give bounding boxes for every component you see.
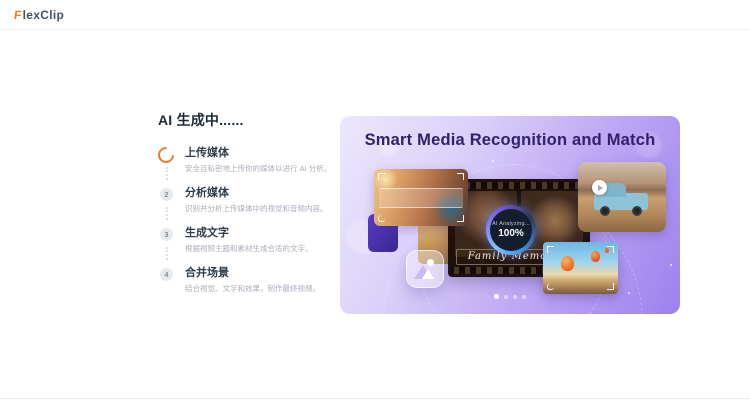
- scan-corner-icon: [378, 215, 385, 222]
- truck-wheel: [600, 206, 610, 216]
- scan-corner-icon: [457, 173, 464, 180]
- truck-video-thumbnail: [578, 162, 666, 232]
- promo-carousel-card: Smart Media Recognition and Match AI Ana…: [340, 116, 680, 314]
- sparkle-dot: [670, 264, 672, 266]
- scan-corner-icon: [547, 246, 554, 253]
- hot-air-balloon-illustration: [591, 251, 600, 262]
- step-desc: 结合视觉、文字和效果，制作最终视频。: [185, 284, 320, 293]
- step-generate-text: 3 生成文字 根据视频主题和素材生成合适的文字。: [158, 227, 353, 260]
- face-scan-band: [379, 188, 463, 208]
- image-placeholder-icon: [406, 250, 444, 288]
- pagination-dot[interactable]: [494, 294, 499, 300]
- flexclip-logo-mark-icon: F: [13, 7, 23, 22]
- analyzing-label: AI Analyzing...: [492, 221, 530, 227]
- step-title: 上传媒体: [185, 147, 229, 159]
- step-number-badge: 4: [160, 268, 173, 281]
- content-bottom-divider: [0, 398, 750, 399]
- flexclip-logo-text: lexClip: [22, 7, 65, 22]
- couple-photo-thumbnail: [374, 169, 468, 226]
- page-title: AI 生成中......: [158, 112, 244, 128]
- step-title: 生成文字: [185, 227, 229, 239]
- hot-air-balloon-illustration: [561, 256, 574, 271]
- play-icon: [592, 180, 607, 195]
- steps-list: 上传媒体 安全且私密地上传你的媒体以进行 AI 分析。 2 分析媒体 识别并分析…: [154, 143, 353, 294]
- scan-corner-icon: [457, 215, 464, 222]
- scan-corner-icon: [607, 246, 614, 253]
- promo-title: Smart Media Recognition and Match: [364, 131, 656, 149]
- photo-glyph-mountain: [422, 269, 434, 279]
- flexclip-logo[interactable]: FlexClip: [13, 7, 65, 22]
- play-triangle-icon: [597, 184, 603, 191]
- ai-progress-ring: AI Analyzing... 100%: [486, 205, 536, 255]
- step-title: 分析媒体: [185, 187, 229, 199]
- step-number-badge: 3: [160, 228, 173, 241]
- step-analyze-media: 2 分析媒体 识别并分析上传媒体中的视觉和音频内容。: [158, 187, 353, 220]
- top-nav: FlexClip: [0, 0, 750, 30]
- ai-progress-ring-inner: AI Analyzing... 100%: [490, 209, 532, 251]
- step-desc: 安全且私密地上传你的媒体以进行 AI 分析。: [185, 164, 332, 173]
- step-desc: 根据视频主题和素材生成合适的文字。: [185, 244, 313, 253]
- step-upload-media: 上传媒体 安全且私密地上传你的媒体以进行 AI 分析。: [154, 143, 353, 180]
- pagination-dot[interactable]: [504, 294, 508, 299]
- ai-generation-progress-panel: AI 生成中...... 上传媒体 安全且私密地上传你的媒体以进行 AI 分析。…: [154, 110, 353, 307]
- step-merge-scenes: 4 合并场景 结合视觉、文字和效果，制作最终视频。: [158, 267, 353, 294]
- pagination-dot[interactable]: [522, 294, 526, 299]
- step-number-badge: 2: [160, 188, 173, 201]
- truck-illustration: [604, 183, 626, 197]
- analyzing-percentage: 100%: [498, 228, 524, 239]
- step-title: 合并场景: [185, 267, 229, 279]
- truck-wheel: [632, 206, 642, 216]
- pagination-dot[interactable]: [513, 294, 517, 299]
- pagination-dots: [340, 288, 680, 306]
- step-desc: 识别并分析上传媒体中的视觉和音频内容。: [185, 204, 328, 213]
- film-perforations: [451, 182, 587, 189]
- balloon-photo-thumbnail: [543, 242, 618, 294]
- sparkle-dot: [492, 160, 494, 162]
- scan-corner-icon: [378, 173, 385, 180]
- loading-spinner-icon: [154, 143, 178, 167]
